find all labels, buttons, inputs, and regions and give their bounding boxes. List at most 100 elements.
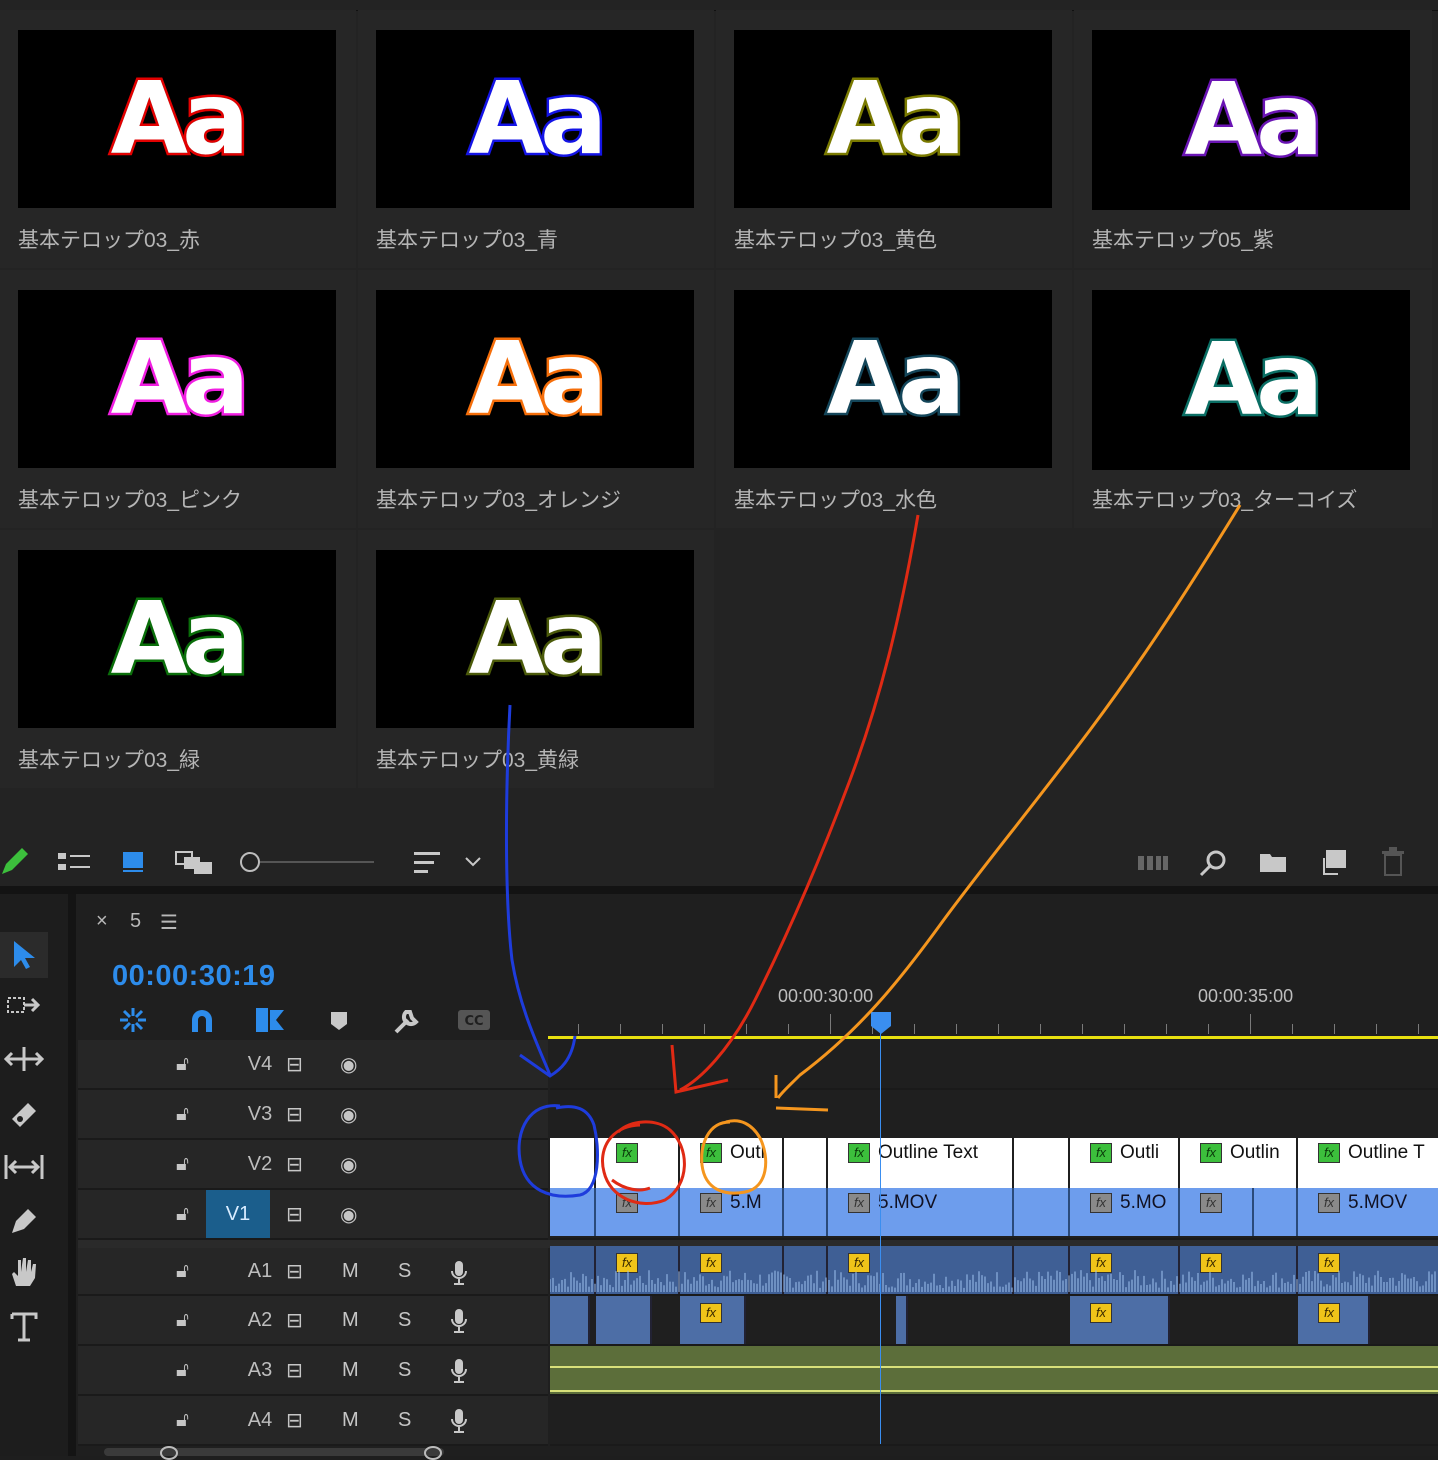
icon-view-icon[interactable] bbox=[120, 850, 148, 874]
title-clip[interactable]: fx Outlin bbox=[1180, 1138, 1298, 1188]
video-clip[interactable] bbox=[1014, 1188, 1070, 1236]
audio-clip[interactable]: fx bbox=[1070, 1296, 1170, 1344]
microphone-icon[interactable] bbox=[450, 1260, 468, 1286]
video-clip[interactable]: fx bbox=[1180, 1188, 1254, 1236]
track-name-selected[interactable]: V1 bbox=[206, 1190, 270, 1238]
playhead-timecode[interactable]: 00:00:30:19 bbox=[112, 960, 276, 993]
track-row-v4[interactable] bbox=[550, 1040, 1438, 1090]
title-clip[interactable] bbox=[1014, 1138, 1070, 1188]
track-name[interactable]: A1 bbox=[228, 1248, 292, 1294]
lock-icon[interactable]: 🔓︎ bbox=[176, 1248, 189, 1294]
track-name[interactable]: V2 bbox=[228, 1140, 292, 1188]
solo-button[interactable]: S bbox=[398, 1346, 411, 1394]
bin-item[interactable]: Aa 基本テロップ03_緑 bbox=[0, 530, 356, 788]
pen-tool[interactable] bbox=[0, 1198, 48, 1244]
ripple-edit-tool[interactable] bbox=[0, 1036, 48, 1082]
timeline-zoom-scrollbar[interactable] bbox=[104, 1444, 444, 1460]
bin-item[interactable]: Aa 基本テロップ03_水色 bbox=[716, 270, 1072, 528]
lock-icon[interactable]: 🔓︎ bbox=[176, 1346, 189, 1394]
track-name[interactable]: A4 bbox=[228, 1396, 292, 1444]
bin-item[interactable]: Aa 基本テロップ03_オレンジ bbox=[358, 270, 714, 528]
captions-icon[interactable]: CC bbox=[456, 1008, 492, 1032]
lock-icon[interactable]: 🔓︎ bbox=[176, 1090, 189, 1138]
find-icon[interactable] bbox=[1198, 848, 1228, 878]
track-name[interactable]: V3 bbox=[228, 1090, 292, 1138]
track-name[interactable]: A3 bbox=[228, 1346, 292, 1394]
track-row-a4[interactable] bbox=[550, 1396, 1438, 1446]
clear-icon[interactable] bbox=[1380, 846, 1406, 876]
pencil-icon[interactable] bbox=[0, 846, 30, 878]
type-tool[interactable] bbox=[0, 1304, 48, 1350]
track-name[interactable]: A2 bbox=[228, 1296, 292, 1344]
bin-item[interactable]: Aa 基本テロップ03_ピンク bbox=[0, 270, 356, 528]
sync-lock-icon[interactable]: ⊟ bbox=[286, 1346, 303, 1394]
track-name[interactable]: V4 bbox=[228, 1040, 292, 1088]
timeline-settings-icon[interactable] bbox=[392, 1006, 422, 1036]
title-clip[interactable]: fx bbox=[596, 1138, 680, 1188]
audio-clip[interactable] bbox=[896, 1296, 908, 1344]
list-view-icon[interactable] bbox=[56, 850, 92, 874]
automate-to-sequence-icon[interactable] bbox=[1136, 852, 1170, 874]
panel-menu-icon[interactable]: ☰ bbox=[160, 910, 178, 935]
work-area-bar[interactable] bbox=[548, 1036, 1438, 1039]
audio-clip[interactable] bbox=[596, 1296, 652, 1344]
mute-button[interactable]: M bbox=[342, 1346, 359, 1394]
track-select-tool[interactable] bbox=[0, 982, 48, 1028]
sync-lock-icon[interactable]: ⊟ bbox=[286, 1040, 303, 1088]
audio-clip[interactable]: fx bbox=[1298, 1296, 1370, 1344]
lock-icon[interactable]: 🔓︎ bbox=[176, 1040, 189, 1088]
bin-item[interactable]: Aa 基本テロップ03_青 bbox=[358, 10, 714, 268]
sync-lock-icon[interactable]: ⊟ bbox=[286, 1296, 303, 1344]
eye-icon[interactable]: ◉ bbox=[340, 1140, 357, 1188]
track-row-v3[interactable] bbox=[550, 1090, 1438, 1140]
mute-button[interactable]: M bbox=[342, 1296, 359, 1344]
hand-tool[interactable] bbox=[0, 1250, 48, 1296]
bin-item[interactable]: Aa 基本テロップ03_赤 bbox=[0, 10, 356, 268]
solo-button[interactable]: S bbox=[398, 1296, 411, 1344]
microphone-icon[interactable] bbox=[450, 1408, 468, 1434]
sync-lock-icon[interactable]: ⊟ bbox=[286, 1396, 303, 1444]
sync-lock-icon[interactable]: ⊟ bbox=[286, 1248, 303, 1294]
nest-sequence-icon[interactable] bbox=[118, 1006, 148, 1034]
new-item-icon[interactable] bbox=[1320, 848, 1348, 876]
playhead-marker[interactable] bbox=[869, 1010, 893, 1036]
bin-item[interactable]: Aa 基本テロップ03_黄緑 bbox=[358, 530, 714, 788]
razor-tool[interactable] bbox=[0, 1090, 48, 1136]
title-clip[interactable]: fx Outline T bbox=[1298, 1138, 1438, 1188]
freeform-view-icon[interactable] bbox=[174, 850, 214, 876]
lock-icon[interactable]: 🔓︎ bbox=[176, 1140, 189, 1188]
video-clip[interactable]: fx 5.MOV bbox=[828, 1188, 1014, 1236]
video-clip[interactable] bbox=[550, 1188, 596, 1236]
video-clip[interactable] bbox=[784, 1188, 828, 1236]
title-clip[interactable]: fx Outli bbox=[1070, 1138, 1180, 1188]
snap-icon[interactable] bbox=[188, 1006, 216, 1034]
bin-item[interactable]: Aa 基本テロップ03_ターコイズ bbox=[1074, 270, 1432, 528]
lock-icon[interactable]: 🔓︎ bbox=[176, 1296, 189, 1344]
sort-icon[interactable] bbox=[412, 850, 442, 876]
video-clip[interactable]: fx 5.MOV bbox=[1298, 1188, 1438, 1236]
lock-icon[interactable]: 🔓︎ bbox=[176, 1190, 189, 1238]
bin-item[interactable]: Aa 基本テロップ03_黄色 bbox=[716, 10, 1072, 268]
linked-selection-icon[interactable] bbox=[254, 1006, 286, 1034]
sequence-name[interactable]: 5 bbox=[130, 910, 141, 933]
audio-clip[interactable] bbox=[550, 1296, 590, 1344]
solo-button[interactable]: S bbox=[398, 1396, 411, 1444]
title-clip[interactable] bbox=[784, 1138, 828, 1188]
sync-lock-icon[interactable]: ⊟ bbox=[286, 1090, 303, 1138]
zoom-slider[interactable] bbox=[236, 852, 376, 874]
bin-item[interactable]: Aa 基本テロップ05_紫 bbox=[1074, 10, 1432, 268]
microphone-icon[interactable] bbox=[450, 1308, 468, 1334]
audio-clip[interactable]: fx bbox=[680, 1296, 746, 1344]
title-clip[interactable] bbox=[550, 1138, 596, 1188]
sync-lock-icon[interactable]: ⊟ bbox=[286, 1190, 303, 1238]
video-clip[interactable]: fx 5.M bbox=[680, 1188, 784, 1236]
lock-icon[interactable]: 🔓︎ bbox=[176, 1396, 189, 1444]
video-clip[interactable]: fx 5.MO bbox=[1070, 1188, 1180, 1236]
mute-button[interactable]: M bbox=[342, 1396, 359, 1444]
track-row-a3[interactable] bbox=[550, 1346, 1438, 1396]
add-marker-icon[interactable] bbox=[328, 1010, 350, 1032]
eye-icon[interactable]: ◉ bbox=[340, 1090, 357, 1138]
video-clip[interactable]: fx bbox=[596, 1188, 680, 1236]
eye-icon[interactable]: ◉ bbox=[340, 1040, 357, 1088]
slip-tool[interactable] bbox=[0, 1144, 48, 1190]
